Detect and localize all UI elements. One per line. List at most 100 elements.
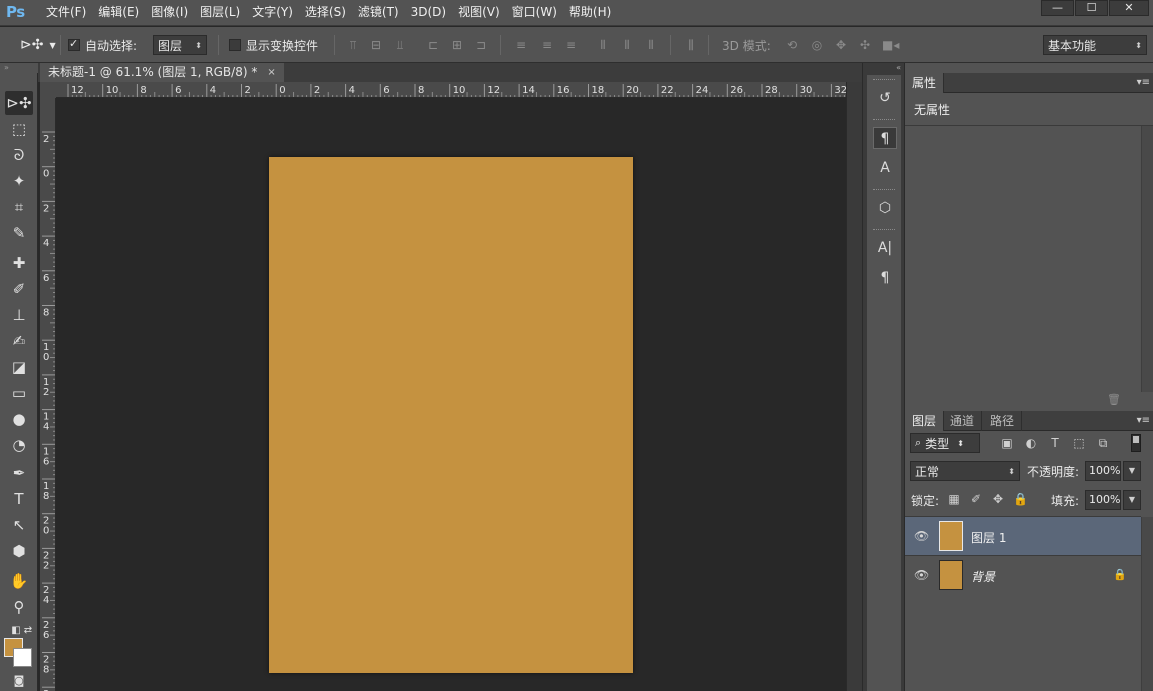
zoom-tool-icon[interactable]: ⚲: [5, 595, 33, 619]
menu-layer[interactable]: 图层(L): [194, 0, 246, 26]
dock-grip[interactable]: [873, 79, 895, 81]
toolbar-grip[interactable]: »: [0, 63, 38, 73]
filter-smart-object-icon[interactable]: ⧉: [1095, 435, 1111, 451]
close-button[interactable]: ✕: [1109, 0, 1149, 16]
menu-help[interactable]: 帮助(H): [563, 0, 617, 26]
history-brush-tool-icon[interactable]: ✍: [5, 329, 33, 353]
canvas-area[interactable]: [56, 98, 846, 691]
fill-slider-toggle[interactable]: ▼: [1123, 490, 1141, 510]
fill-field[interactable]: 100%: [1085, 490, 1121, 510]
lock-image-icon[interactable]: ✐: [969, 492, 983, 506]
align-top-icon[interactable]: ⫪: [346, 38, 360, 52]
filter-type-icon[interactable]: T: [1047, 435, 1063, 451]
dock-collapse-icon[interactable]: «: [863, 63, 905, 73]
3d-scale-icon[interactable]: ■◂: [882, 38, 899, 52]
eye-icon[interactable]: 👁: [914, 529, 929, 543]
dock-grip[interactable]: [873, 189, 895, 191]
layer-name[interactable]: 背景: [971, 568, 995, 585]
shape-tool-icon[interactable]: ⬢: [5, 539, 33, 563]
pen-tool-icon[interactable]: ✒: [5, 461, 33, 485]
tab-channels[interactable]: 通道: [943, 411, 983, 431]
menu-filter[interactable]: 滤镜(T): [352, 0, 405, 26]
menu-select[interactable]: 选择(S): [299, 0, 352, 26]
menu-type[interactable]: 文字(Y): [246, 0, 299, 26]
lasso-tool-icon[interactable]: ᘐ: [5, 143, 33, 167]
menu-3d[interactable]: 3D(D): [405, 0, 452, 26]
brush-tool-icon[interactable]: ✐: [5, 277, 33, 301]
eye-icon[interactable]: 👁: [914, 568, 929, 582]
3d-pan-icon[interactable]: ✥: [834, 38, 848, 52]
distribute-bottom-icon[interactable]: ≡: [564, 38, 578, 52]
filter-shape-icon[interactable]: ⬚: [1071, 435, 1087, 451]
opacity-slider-toggle[interactable]: ▼: [1123, 461, 1141, 481]
move-tool-preset-picker[interactable]: ⊳✣ ▼: [20, 27, 56, 63]
lock-all-icon[interactable]: 🔒: [1013, 492, 1028, 506]
distribute-right-icon[interactable]: ⫴: [644, 38, 658, 52]
filter-toggle[interactable]: [1131, 434, 1141, 452]
layer-row-layer1[interactable]: 👁 图层 1: [905, 516, 1141, 555]
quick-mask-icon[interactable]: ◙: [5, 669, 33, 691]
blend-mode-dropdown[interactable]: 正常 ⬍: [910, 461, 1020, 481]
tab-layers[interactable]: 图层: [905, 411, 945, 431]
history-panel-icon[interactable]: ↺: [873, 87, 897, 109]
distribute-top-icon[interactable]: ≡: [514, 38, 528, 52]
dodge-tool-icon[interactable]: ◔: [5, 433, 33, 457]
menu-edit[interactable]: 编辑(E): [92, 0, 145, 26]
layer-row-background[interactable]: 👁 背景 🔒: [905, 555, 1141, 594]
hand-tool-icon[interactable]: ✋: [5, 569, 33, 593]
paragraph-icon[interactable]: ¶: [873, 267, 897, 289]
workspace-dropdown[interactable]: 基本功能 ⬍: [1043, 35, 1147, 55]
maximize-button[interactable]: ☐: [1075, 0, 1108, 16]
crop-tool-icon[interactable]: ⌗: [5, 195, 33, 219]
align-hcenter-icon[interactable]: ⊞: [450, 38, 464, 52]
character-panel-icon[interactable]: A|: [873, 237, 897, 259]
align-left-icon[interactable]: ⊏: [426, 38, 440, 52]
layer-name[interactable]: 图层 1: [971, 529, 1006, 546]
clone-stamp-tool-icon[interactable]: ⊥: [5, 303, 33, 327]
healing-brush-tool-icon[interactable]: ✚: [5, 251, 33, 275]
opacity-field[interactable]: 100%: [1085, 461, 1121, 481]
auto-select-checkbox[interactable]: 自动选择:: [68, 27, 137, 63]
dock-grip[interactable]: [873, 119, 895, 121]
show-transform-checkbox[interactable]: 显示变换控件: [229, 27, 318, 63]
vertical-scrollbar[interactable]: [846, 82, 862, 691]
panel-menu-icon[interactable]: ▾≡: [1137, 73, 1150, 93]
close-tab-icon[interactable]: ×: [267, 63, 275, 82]
tab-properties[interactable]: 属性: [905, 73, 945, 93]
path-selection-tool-icon[interactable]: ↖: [5, 513, 33, 537]
layers-scrollbar[interactable]: [1141, 517, 1153, 691]
ruler-origin[interactable]: [40, 82, 56, 98]
minimize-button[interactable]: —: [1041, 0, 1074, 16]
move-tool-icon[interactable]: ⊳✣: [5, 91, 33, 115]
distribute-vcenter-icon[interactable]: ≡: [540, 38, 554, 52]
eyedropper-tool-icon[interactable]: ✎: [5, 221, 33, 245]
auto-align-layers-icon[interactable]: ⫼: [684, 38, 698, 52]
document-tab[interactable]: 未标题-1 @ 61.1% (图层 1, RGB/8) * ×: [40, 63, 284, 82]
3d-panel-icon[interactable]: ⬡: [873, 197, 897, 219]
menu-file[interactable]: 文件(F): [40, 0, 92, 26]
horizontal-ruler[interactable]: 12 10 8 6 4 2 0 2 4 6 8 10 12 14 16 18 20 22 24 26 28 30 32: [56, 82, 846, 98]
marquee-tool-icon[interactable]: ⬚: [5, 117, 33, 141]
vertical-ruler[interactable]: 202468101214161820222426283: [40, 98, 56, 691]
lock-transparent-icon[interactable]: ▦: [947, 492, 961, 506]
filter-pixel-icon[interactable]: ▣: [999, 435, 1015, 451]
magic-wand-tool-icon[interactable]: ✦: [5, 169, 33, 193]
background-color-swatch[interactable]: [13, 648, 32, 667]
paragraph-panel-icon[interactable]: ¶: [873, 127, 897, 149]
gradient-tool-icon[interactable]: ▭: [5, 381, 33, 405]
align-bottom-icon[interactable]: ⫫: [393, 38, 407, 52]
distribute-hcenter-icon[interactable]: ⫴: [620, 38, 634, 52]
menu-image[interactable]: 图像(I): [145, 0, 194, 26]
menu-view[interactable]: 视图(V): [452, 0, 506, 26]
tab-paths[interactable]: 路径: [983, 411, 1023, 431]
filter-adjustment-icon[interactable]: ◐: [1023, 435, 1039, 451]
properties-scrollbar[interactable]: [1141, 126, 1153, 392]
lock-position-icon[interactable]: ✥: [991, 492, 1005, 506]
eraser-tool-icon[interactable]: ◪: [5, 355, 33, 379]
type-tool-icon[interactable]: T: [5, 487, 33, 511]
trash-icon[interactable]: 🗑: [1107, 393, 1121, 406]
character-styles-icon[interactable]: A: [873, 157, 897, 179]
3d-slide-icon[interactable]: ✣: [858, 38, 872, 52]
dock-grip[interactable]: [873, 229, 895, 231]
distribute-left-icon[interactable]: ⫴: [596, 38, 610, 52]
